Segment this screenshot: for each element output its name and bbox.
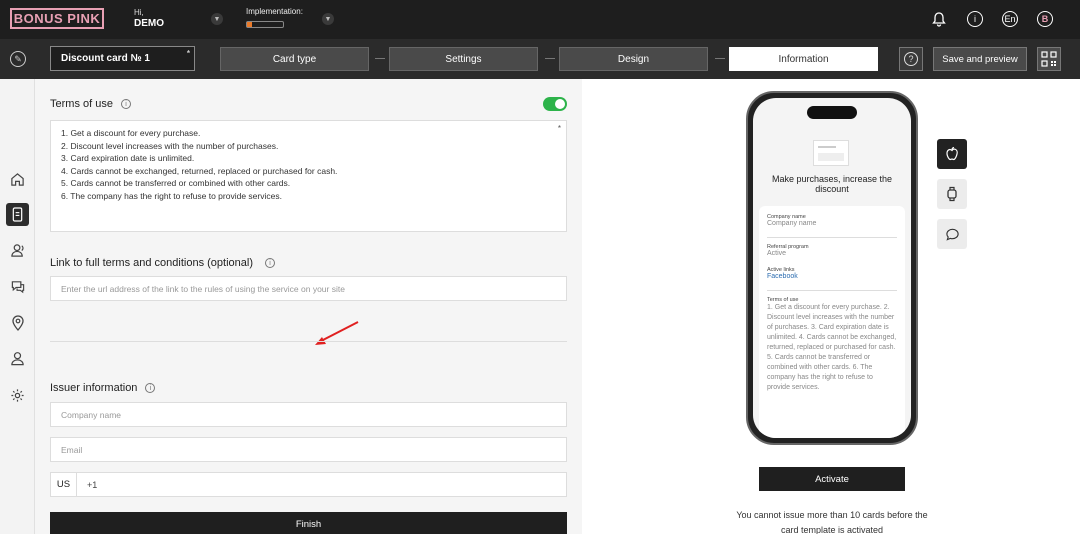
step-divider [545, 58, 555, 59]
qr-code-icon [1041, 51, 1057, 67]
step-card-type[interactable]: Card type [220, 47, 369, 71]
implementation-progress-bar [246, 21, 284, 28]
apple-wallet-tab[interactable] [937, 139, 967, 169]
apple-icon [946, 146, 958, 161]
separator [767, 290, 897, 291]
user-icon[interactable] [6, 347, 29, 370]
terms-toggle[interactable] [543, 97, 567, 111]
terms-of-use-label: Terms of use i [50, 98, 131, 110]
watch-icon [947, 186, 957, 202]
implementation-progress-fill [247, 22, 253, 27]
issuer-information-text: Issuer information [50, 382, 138, 394]
promo-text: Make purchases, increase the discount [771, 174, 893, 194]
profile-avatar[interactable]: B [1037, 11, 1053, 27]
step-bar: ✎ Discount card № 1 * Card type Settings… [0, 39, 1080, 79]
language-label: En [1004, 14, 1016, 24]
logo[interactable]: BONUS PINK [10, 8, 104, 29]
bell-icon[interactable] [931, 11, 947, 27]
terms-line: 2. Discount level increases with the num… [61, 140, 279, 151]
terms-line: 4. Cards cannot be exchanged, returned, … [61, 165, 338, 176]
step-divider [715, 58, 725, 59]
cards-icon[interactable] [6, 203, 29, 226]
terms-link-text: Link to full terms and conditions (optio… [50, 257, 253, 269]
location-icon[interactable] [6, 311, 29, 334]
home-icon[interactable] [6, 168, 29, 191]
phone-input[interactable]: US +1 [50, 472, 567, 497]
required-asterisk: * [557, 124, 561, 133]
help-button[interactable]: ? [899, 47, 923, 71]
terms-link-input[interactable]: Enter the url address of the link to the… [50, 276, 567, 301]
info-icon[interactable]: i [120, 99, 131, 109]
step-divider [375, 58, 385, 59]
sidebar [0, 79, 35, 534]
implementation-label: Implementation: [246, 7, 303, 16]
card-name-text: Discount card № 1 [61, 53, 150, 64]
chat-bubble-icon [945, 228, 959, 241]
phone-mockup: Make purchases, increase the discount Co… [746, 91, 918, 445]
info-icon[interactable]: i [265, 258, 275, 268]
question-icon: ? [904, 52, 918, 66]
preview-terms-text: 1. Get a discount for every purchase. 2.… [767, 304, 897, 391]
required-asterisk: * [186, 49, 190, 58]
phone-prefix: +1 [87, 479, 98, 490]
terms-of-use-text: Terms of use [50, 98, 113, 110]
separator [767, 237, 897, 238]
phone-screen[interactable]: Make purchases, increase the discount Co… [753, 98, 911, 438]
section-divider [50, 341, 567, 342]
card-preview-panel: Make purchases, increase the discount Co… [582, 79, 1080, 534]
step-design[interactable]: Design [559, 47, 708, 71]
smartwatch-tab[interactable] [937, 179, 967, 209]
terms-textarea[interactable]: * 1. Get a discount for every purchase. … [50, 120, 567, 232]
user-name: DEMO [134, 18, 164, 29]
implementation-chevron-icon[interactable]: ▼ [322, 13, 334, 25]
gear-icon[interactable] [6, 384, 29, 407]
finish-button[interactable]: Finish [50, 512, 567, 534]
info-icon[interactable]: i [967, 11, 983, 27]
facebook-link[interactable]: Facebook [767, 273, 897, 280]
messages-icon[interactable] [6, 275, 29, 298]
profile-initial: B [1041, 14, 1049, 24]
information-form: Terms of use i * 1. Get a discount for e… [35, 79, 582, 534]
terms-link-label: Link to full terms and conditions (optio… [50, 257, 275, 269]
company-name-input[interactable]: Company name [50, 402, 567, 427]
step-settings[interactable]: Settings [389, 47, 538, 71]
terms-line: 6. The company has the right to refuse t… [61, 190, 282, 201]
phone-notch [807, 106, 857, 119]
issue-limit-notice: You cannot issue more than 10 cards befo… [736, 510, 928, 534]
activate-button[interactable]: Activate [759, 467, 905, 491]
user-menu-chevron-icon[interactable]: ▼ [211, 13, 223, 25]
issuer-information-label: Issuer information i [50, 382, 156, 394]
email-input[interactable]: Email [50, 437, 567, 462]
user-greeting: Hi, DEMO [134, 7, 164, 29]
phone-country-select[interactable]: US [51, 473, 77, 496]
red-arrow-annotation [315, 321, 359, 345]
referral-value: Active [767, 250, 787, 257]
info-icon[interactable]: i [145, 383, 156, 393]
chat-tab[interactable] [937, 219, 967, 249]
top-bar: BONUS PINK Hi, DEMO ▼ Implementation: ▼ … [0, 0, 1080, 39]
pencil-icon[interactable]: ✎ [10, 51, 26, 67]
qr-code-button[interactable] [1037, 47, 1061, 71]
company-value: Company name [767, 220, 817, 227]
save-and-preview-button[interactable]: Save and preview [933, 47, 1027, 71]
customers-icon[interactable] [6, 239, 29, 262]
step-information[interactable]: Information [729, 47, 878, 71]
card-name-field[interactable]: Discount card № 1 * [50, 46, 195, 71]
terms-line: 5. Cards cannot be transferred or combin… [61, 178, 291, 188]
terms-line: 1. Get a discount for every purchase. [61, 128, 201, 138]
language-switch[interactable]: En [1002, 11, 1018, 27]
card-logo-image [813, 140, 849, 166]
terms-line: 3. Card expiration date is unlimited. [61, 153, 195, 163]
card-back-details: Company name Company name Referral progr… [759, 206, 905, 438]
greeting-text: Hi, [134, 8, 144, 17]
